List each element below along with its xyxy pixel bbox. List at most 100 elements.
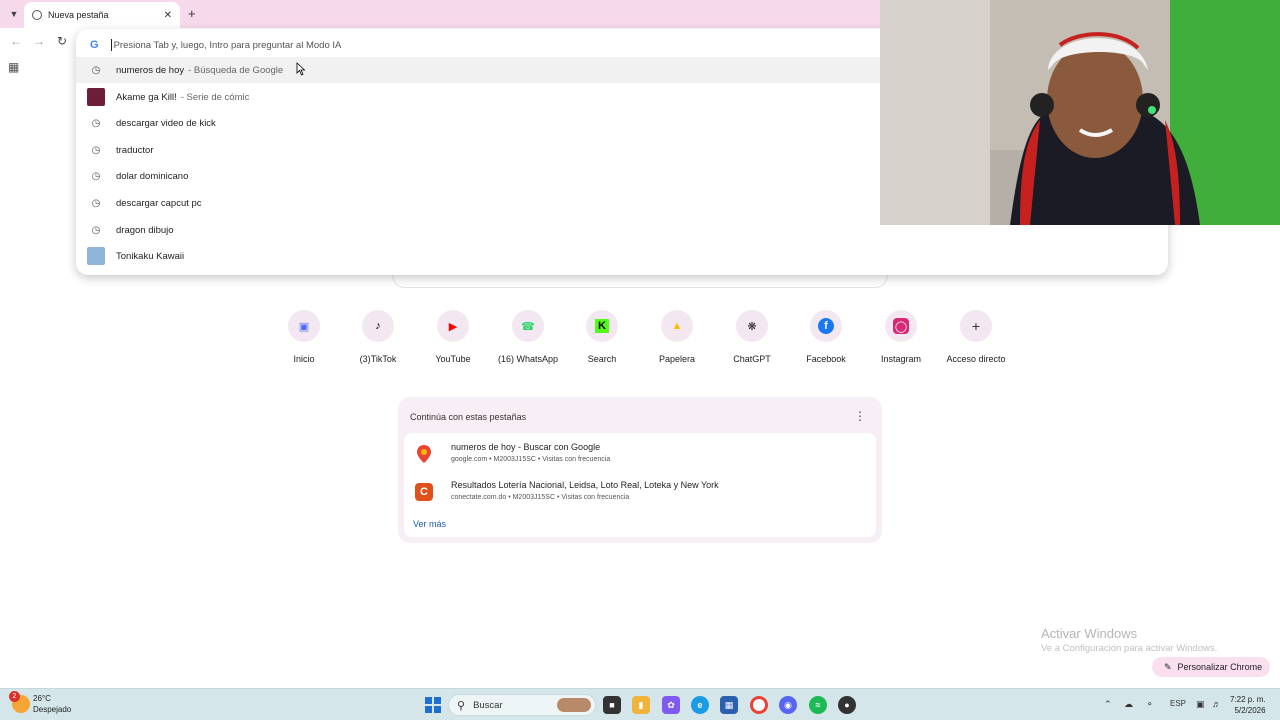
shortcut-label: (16) WhatsApp: [497, 354, 559, 364]
continue-item[interactable]: numeros de hoy - Buscar con Google googl…: [412, 437, 872, 471]
store-icon[interactable]: ▦: [720, 696, 738, 714]
history-icon: ◷: [91, 197, 101, 209]
suggestion-item[interactable]: Akame ga Kill! - Serie de cómic: [76, 84, 880, 110]
instagram-icon: ◯: [885, 310, 917, 342]
suggestion-text: descargar capcut pc: [116, 197, 202, 209]
mouse-pointer-icon: [296, 62, 306, 76]
cloud-icon[interactable]: ☁: [1124, 699, 1133, 710]
app-icon[interactable]: ●: [838, 696, 856, 714]
tab-search-chevron-icon[interactable]: ▼: [6, 6, 22, 22]
edge-icon[interactable]: e: [691, 696, 709, 714]
monitor-icon[interactable]: ▣: [1196, 699, 1205, 710]
shortcut-label: Acceso directo: [946, 354, 1006, 364]
customize-chrome-button[interactable]: ✎ Personalizar Chrome: [1152, 657, 1270, 677]
suggestion-text: Tonikaku Kawaii: [116, 250, 185, 262]
search-highlight-icon: [557, 698, 591, 712]
chatgpt-icon: ❋: [736, 310, 768, 342]
suggestion-item[interactable]: ◷ dragon dibujo: [76, 217, 880, 243]
activate-windows-title: Activar Windows: [1041, 626, 1138, 641]
weather-badge: 2: [9, 691, 20, 702]
whatsapp-icon: ☎: [512, 310, 544, 342]
sun-icon: 2: [9, 691, 30, 713]
shortcut-whatsapp[interactable]: ☎ (16) WhatsApp: [491, 310, 565, 364]
discord-icon[interactable]: ◉: [779, 696, 797, 714]
clock[interactable]: 7:22 p. m. 5/2/2026: [1230, 694, 1266, 716]
file-explorer-icon[interactable]: ▮: [632, 696, 650, 714]
shortcut-add[interactable]: + Acceso directo: [939, 310, 1013, 364]
customize-label: Personalizar Chrome: [1177, 662, 1263, 672]
shortcut-label: Search: [587, 354, 617, 364]
suggestion-text: numeros de hoy: [116, 64, 185, 76]
language-indicator[interactable]: ESP: [1170, 699, 1186, 708]
suggestion-desc: - Serie de cómic: [180, 91, 250, 103]
continue-item-title: Resultados Lotería Nacional, Leidsa, Lot…: [451, 480, 719, 490]
suggestion-text: Akame ga Kill!: [116, 91, 177, 103]
text-caret: [110, 39, 112, 51]
history-icon: ◷: [91, 144, 101, 156]
windows-start-icon[interactable]: [425, 697, 441, 713]
shortcut-facebook[interactable]: f Facebook: [789, 310, 863, 364]
continue-tabs-card: Continúa con estas pestañas ⋮ numeros de…: [398, 397, 882, 543]
apps-grid-icon[interactable]: ▦: [8, 60, 19, 74]
continue-item[interactable]: C Resultados Lotería Nacional, Leidsa, L…: [412, 475, 872, 509]
tab-title: Nueva pestaña: [48, 10, 109, 20]
reload-icon[interactable]: ↻: [57, 34, 67, 48]
shortcut-papelera[interactable]: ▲ Papelera: [640, 310, 714, 364]
suggestion-item[interactable]: ◷ descargar capcut pc: [76, 190, 880, 216]
shortcut-label: ChatGPT: [733, 354, 771, 364]
conectate-icon: C: [415, 483, 433, 501]
activate-windows-sub: Ve a Configuración para activar Windows.: [1041, 643, 1218, 654]
continue-item-sub: google.com • M2003J15SC • Visitas con fr…: [451, 456, 611, 463]
copilot-icon[interactable]: ✿: [662, 696, 680, 714]
shortcut-chatgpt[interactable]: ❋ ChatGPT: [715, 310, 789, 364]
shortcut-youtube[interactable]: ▶ YouTube: [416, 310, 490, 364]
taskbar-search-label: Buscar: [473, 699, 503, 711]
see-more-link[interactable]: Ver más: [413, 519, 446, 529]
task-view-icon[interactable]: ■: [603, 696, 621, 714]
continue-item-sub: conectate.com.do • M2003J15SC • Visitas …: [451, 494, 630, 501]
suggestion-text: dragon dibujo: [116, 224, 174, 236]
volume-icon[interactable]: ♬: [1212, 699, 1221, 709]
shortcut-label: Instagram: [880, 354, 922, 364]
history-icon: ◷: [91, 170, 101, 182]
suggestion-item[interactable]: ◷ dolar dominicano: [76, 163, 880, 189]
kick-icon: K: [586, 310, 618, 342]
shortcut-instagram[interactable]: ◯ Instagram: [864, 310, 938, 364]
shortcut-label: Papelera: [658, 354, 696, 364]
mic-icon[interactable]: ⚬: [1146, 699, 1154, 710]
plus-icon: +: [960, 310, 992, 342]
shortcut-label: (3)TikTok: [359, 354, 397, 364]
shortcut-label: Inicio: [293, 354, 315, 364]
new-tab-plus-icon[interactable]: +: [188, 6, 196, 21]
shortcut-inicio[interactable]: ▣ Inicio: [267, 310, 341, 364]
drive-icon: ▲: [661, 310, 693, 342]
omnibox-placeholder: Presiona Tab y, luego, Intro para pregun…: [113, 39, 342, 51]
suggestion-text: descargar video de kick: [116, 117, 216, 129]
chevron-up-icon[interactable]: ⌃: [1104, 699, 1112, 710]
chrome-taskbar-icon[interactable]: [750, 696, 768, 714]
suggestion-text: dolar dominicano: [116, 170, 189, 182]
history-icon: ◷: [91, 64, 101, 76]
suggestion-item[interactable]: ◷ traductor: [76, 137, 880, 163]
omnibox-input[interactable]: G Presiona Tab y, luego, Intro para preg…: [90, 35, 341, 55]
shortcut-label: Facebook: [806, 354, 846, 364]
forward-arrow-icon[interactable]: →: [33, 34, 45, 48]
taskbar-search[interactable]: ⚲ Buscar: [448, 694, 596, 716]
close-tab-icon[interactable]: ✕: [164, 10, 172, 21]
maps-icon: [415, 445, 433, 463]
suggestion-item[interactable]: ◷ descargar video de kick: [76, 110, 880, 136]
more-vert-icon[interactable]: ⋮: [854, 409, 866, 423]
spotify-icon[interactable]: ≈: [809, 696, 827, 714]
taskbar: 2 26°C Despejado ⚲ Buscar ■ ▮ ✿ e ▦ ◉ ≈ …: [0, 688, 1280, 720]
webcam-person-image: [880, 0, 1280, 225]
google-g-icon: G: [90, 39, 99, 51]
shortcut-tiktok[interactable]: ♪ (3)TikTok: [341, 310, 415, 364]
suggestion-item[interactable]: ◷ numeros de hoy - Búsqueda de Google: [76, 57, 880, 83]
weather-widget[interactable]: 2 26°C Despejado: [9, 691, 72, 715]
history-icon: ◷: [91, 224, 101, 236]
back-arrow-icon[interactable]: ←: [10, 34, 22, 48]
suggestion-item[interactable]: Tonikaku Kawaii: [76, 243, 880, 269]
weather-desc: Despejado: [33, 705, 72, 714]
shortcut-search[interactable]: K Search: [565, 310, 639, 364]
tab-new-tab[interactable]: Nueva pestaña ✕: [24, 2, 180, 28]
